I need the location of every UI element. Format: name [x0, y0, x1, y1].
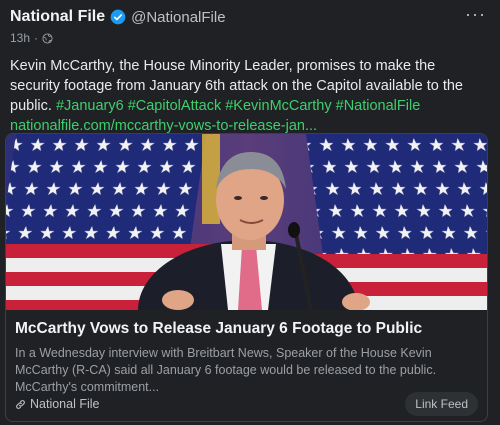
globe-icon: [42, 32, 53, 44]
author-handle[interactable]: @NationalFile: [131, 9, 225, 26]
hashtag-nationalfile[interactable]: #NationalFile: [336, 98, 421, 114]
card-description: In a Wednesday interview with Breitbart …: [15, 346, 437, 394]
post-link[interactable]: nationalfile.com/mccarthy-vows-to-releas…: [10, 118, 317, 134]
link-icon: [16, 399, 25, 409]
card-source-label: National File: [30, 397, 100, 411]
author-name[interactable]: National File: [10, 8, 105, 26]
post-header: National File @NationalFile: [10, 6, 490, 28]
link-preview-card[interactable]: McCarthy Vows to Release January 6 Foota…: [5, 133, 488, 422]
more-horizontal-icon: ···: [465, 4, 486, 24]
link-feed-button[interactable]: Link Feed: [405, 392, 478, 416]
hashtag-capitolattack[interactable]: #CapitolAttack: [128, 98, 222, 114]
card-image[interactable]: [6, 134, 487, 310]
post-body: Kevin McCarthy, the House Minority Leade…: [10, 56, 488, 136]
meta-separator: ·: [34, 31, 39, 45]
hashtag-january6[interactable]: #January6: [56, 98, 124, 114]
verified-badge-icon: [110, 9, 126, 25]
post-time[interactable]: 13h: [10, 31, 30, 45]
hashtag-kevinmccarthy[interactable]: #KevinMcCarthy: [225, 98, 331, 114]
post-meta: 13h ·: [10, 30, 490, 46]
card-photo: [6, 134, 487, 310]
card-title[interactable]: McCarthy Vows to Release January 6 Foota…: [15, 320, 422, 338]
post: National File @NationalFile ··· 13h · Ke…: [0, 0, 500, 425]
more-options-button[interactable]: ···: [465, 4, 486, 25]
card-source[interactable]: National File: [15, 397, 99, 411]
